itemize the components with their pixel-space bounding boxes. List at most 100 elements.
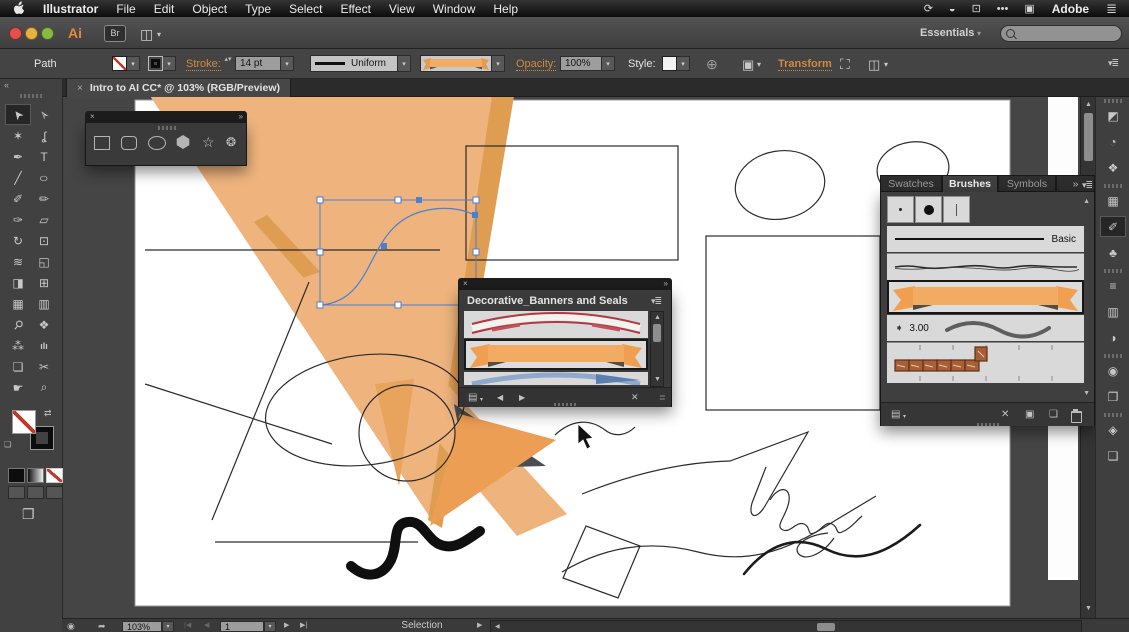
zoom-tool[interactable]: ⌕: [31, 377, 57, 398]
select-similar-arrow[interactable]: ▾: [757, 60, 761, 69]
transparency-panel-icon[interactable]: ◑: [1100, 327, 1126, 348]
collapse-icon[interactable]: »: [239, 113, 244, 121]
transform-link[interactable]: Transform: [778, 58, 832, 71]
type-tool[interactable]: T: [31, 146, 57, 167]
scale-tool[interactable]: ⊡: [31, 230, 57, 251]
brush-item-width-profile[interactable]: ➧ 3.00: [887, 315, 1084, 341]
menu-item-help[interactable]: Help: [493, 2, 518, 16]
remove-brush-stroke-icon[interactable]: ✕: [631, 392, 639, 403]
dock-drag-handle-2[interactable]: [1104, 184, 1122, 188]
menu-item-file[interactable]: File: [116, 2, 135, 16]
collapse-icon[interactable]: »: [664, 280, 669, 288]
last-artboard-button[interactable]: ▶|: [300, 621, 307, 631]
brushes-panel-menu-icon[interactable]: ▾≣: [1082, 180, 1093, 191]
menu-list-icon[interactable]: ≣: [1106, 1, 1117, 17]
brush-libraries-icon[interactable]: ▤: [891, 409, 900, 420]
color-button[interactable]: [8, 468, 25, 483]
dock-drag-handle-4[interactable]: [1104, 354, 1122, 358]
minimize-window-button[interactable]: [25, 27, 38, 40]
free-transform-tool[interactable]: ◱: [31, 251, 57, 272]
control-panel-menu-icon[interactable]: ▾≣: [1108, 58, 1119, 69]
banners-resize-handle[interactable]: [554, 403, 576, 406]
zoom-level-dropdown[interactable]: ▾: [162, 620, 174, 632]
opacity-field[interactable]: 100%: [560, 56, 602, 71]
stroke-weight-dropdown[interactable]: ▾: [281, 56, 294, 71]
gradient-tool[interactable]: ▥: [31, 293, 57, 314]
workspace-switcher[interactable]: Essentials: [920, 27, 974, 39]
swatches-panel-icon[interactable]: ▦: [1100, 190, 1126, 211]
arrange-documents-icon[interactable]: ◫: [140, 26, 153, 43]
close-tab-icon[interactable]: ×: [77, 83, 83, 94]
artboard-dropdown[interactable]: ▾: [264, 620, 276, 632]
shape-builder-tool[interactable]: ◨: [5, 272, 31, 293]
scroll-left-arrow[interactable]: ◀: [495, 624, 500, 630]
appearance-panel-icon[interactable]: ◉: [1100, 360, 1126, 381]
perspective-grid-tool[interactable]: ⊞: [31, 272, 57, 293]
ellipse-tool[interactable]: ○: [31, 167, 57, 188]
brush-item-calligraphic-small[interactable]: [887, 196, 914, 223]
artboard-tool[interactable]: ❏: [5, 356, 31, 377]
brushes-panel-icon[interactable]: ✐: [1100, 216, 1126, 237]
flare-tool-icon[interactable]: ❂: [226, 135, 236, 149]
eraser-tool[interactable]: ▱: [31, 209, 57, 230]
swap-fill-stroke-icon[interactable]: ⇄: [44, 408, 52, 419]
brush-definition-preview[interactable]: [420, 55, 492, 72]
brush-item-calligraphic-flat[interactable]: [943, 196, 970, 223]
view-toggle-icon[interactable]: ◉: [67, 621, 75, 631]
brush-item-pattern-border[interactable]: [887, 342, 1084, 383]
search-field[interactable]: [1000, 25, 1122, 42]
more-icon[interactable]: •••: [997, 3, 1009, 15]
brush-libraries-arrow[interactable]: ▾: [903, 413, 906, 420]
next-library-icon[interactable]: ▶: [519, 393, 525, 402]
isolate-mode-icon[interactable]: ◫: [868, 57, 880, 73]
expand-tabs-icon[interactable]: »: [1073, 178, 1079, 190]
brush-libraries-arrow[interactable]: ▾: [480, 396, 483, 403]
horizontal-scrollbar[interactable]: ◀: [490, 620, 1082, 632]
banners-scrollbar[interactable]: ▲ ▼: [650, 311, 664, 387]
draw-behind-mode-button[interactable]: [27, 486, 44, 499]
stroke-color-swatch[interactable]: [148, 56, 163, 71]
adobe-menu[interactable]: Adobe: [1052, 2, 1089, 16]
menu-item-object[interactable]: Object: [192, 2, 227, 16]
close-icon[interactable]: ×: [90, 113, 95, 121]
color-panel-icon[interactable]: ◩: [1100, 105, 1126, 126]
banners-resize-grip[interactable]: ≣: [659, 393, 666, 402]
display-icon[interactable]: ▣: [1024, 2, 1034, 15]
screen-record-icon[interactable]: ⊡: [972, 2, 981, 15]
stroke-panel-icon[interactable]: ≡: [1100, 275, 1126, 296]
status-divider-arrow[interactable]: ▶: [477, 621, 482, 631]
opacity-link[interactable]: Opacity:: [516, 58, 557, 71]
layers-panel-icon[interactable]: ◈: [1100, 419, 1126, 440]
gradient-button[interactable]: [27, 468, 44, 483]
brush-item-blue-banner[interactable]: [464, 372, 648, 385]
tools-drag-handle[interactable]: [20, 94, 42, 98]
tab-brushes[interactable]: Brushes: [942, 175, 998, 192]
remove-brush-stroke-icon[interactable]: ✕: [1001, 409, 1009, 420]
scroll-down-arrow[interactable]: ▼: [1085, 605, 1092, 612]
color-guide-panel-icon[interactable]: ◔: [1100, 131, 1126, 152]
delete-brush-icon[interactable]: [1071, 409, 1082, 423]
selection-tool[interactable]: ➤: [5, 104, 31, 125]
menu-item-view[interactable]: View: [389, 2, 415, 16]
artboards-panel-icon[interactable]: ❑: [1100, 445, 1126, 466]
polygon-tool-icon[interactable]: [176, 135, 190, 149]
eyedropper-tool[interactable]: ⚲: [5, 314, 31, 335]
banners-panel-titlebar[interactable]: × »: [458, 278, 672, 290]
brush-item-red-banner[interactable]: [464, 311, 648, 338]
color-themes-panel-icon[interactable]: ❖: [1100, 157, 1126, 178]
dock-drag-handle-1[interactable]: [1104, 99, 1122, 103]
apple-menu-icon[interactable]: [14, 0, 25, 17]
document-tab[interactable]: × Intro to AI CC* @ 103% (RGB/Preview): [66, 78, 291, 97]
brush-item-charcoal[interactable]: [887, 253, 1084, 280]
tab-swatches[interactable]: Swatches: [880, 175, 942, 192]
menu-item-effect[interactable]: Effect: [340, 2, 370, 16]
hand-tool[interactable]: ☛: [5, 377, 31, 398]
shapes-drag-handle[interactable]: [158, 126, 176, 130]
rotate-tool[interactable]: ↻: [5, 230, 31, 251]
opacity-dropdown[interactable]: ▾: [602, 56, 615, 71]
line-segment-tool[interactable]: ╱: [5, 167, 31, 188]
symbols-panel-icon[interactable]: ♣: [1100, 242, 1126, 263]
width-profile-dropdown[interactable]: ▾: [398, 55, 411, 72]
menu-item-window[interactable]: Window: [433, 2, 476, 16]
tab-symbols[interactable]: Symbols: [998, 175, 1056, 192]
